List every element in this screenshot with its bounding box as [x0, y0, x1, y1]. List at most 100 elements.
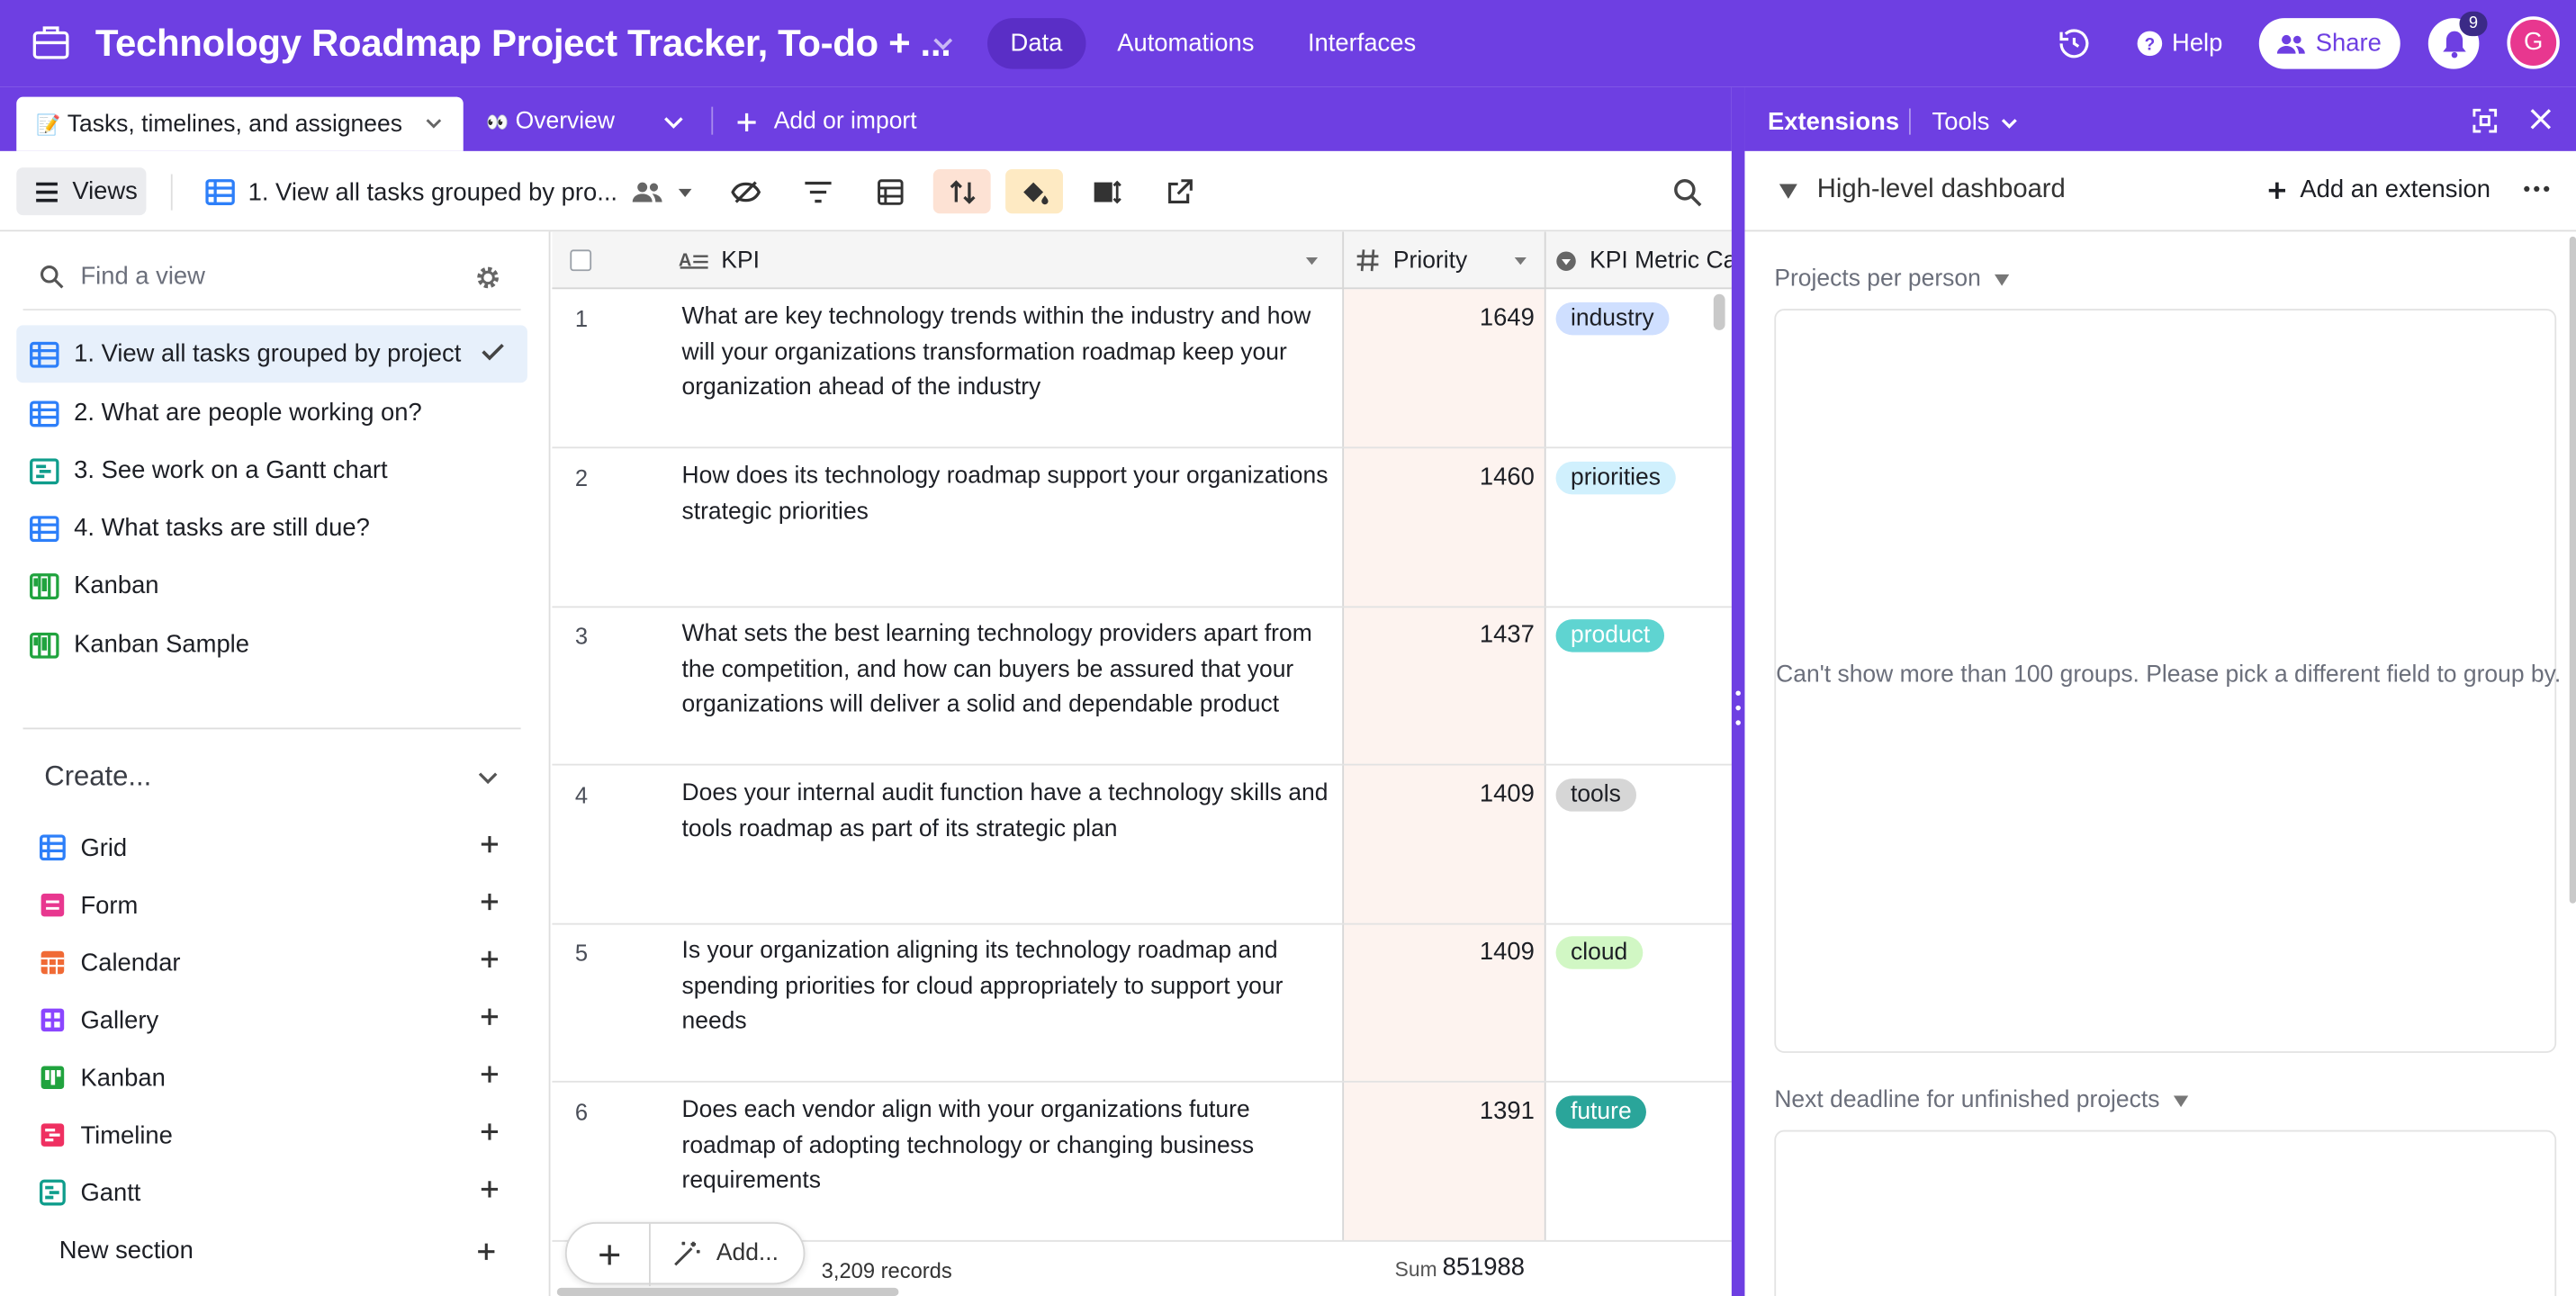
fullscreen-icon[interactable]	[2472, 108, 2498, 133]
user-avatar[interactable]: G	[2507, 16, 2560, 69]
kpi-cell[interactable]: How does its technology roadmap support …	[681, 460, 1338, 530]
kpi-cell[interactable]: Is your organization aligning its techno…	[681, 934, 1338, 1040]
dashboard-name[interactable]: High-level dashboard	[1817, 176, 2066, 205]
plus-icon[interactable]	[480, 892, 500, 912]
kpi-metric-tag[interactable]: cloud	[1555, 936, 1643, 969]
chevron-down-icon[interactable]	[476, 765, 500, 788]
close-icon[interactable]	[2530, 108, 2552, 130]
caret-down-icon[interactable]	[1513, 253, 1527, 267]
chevron-down-icon[interactable]	[930, 30, 956, 56]
priority-cell[interactable]: 1437	[1344, 621, 1535, 649]
create-grid[interactable]: Grid	[39, 828, 516, 868]
priority-cell[interactable]: 1391	[1344, 1097, 1535, 1125]
vertical-scrollbar[interactable]	[1713, 293, 1725, 330]
extensions-scrollbar[interactable]	[2569, 236, 2576, 904]
kpi-metric-tag[interactable]: future	[1555, 1095, 1647, 1129]
kpi-cell[interactable]: What sets the best learning technology p…	[681, 617, 1338, 724]
group-button[interactable]	[860, 169, 918, 213]
kpi-metric-tag[interactable]: product	[1555, 619, 1665, 652]
share-view-button[interactable]	[1150, 169, 1208, 213]
find-view-input[interactable]: Find a view	[80, 263, 204, 291]
kpi-cell[interactable]: Does each vendor align with your organiz…	[681, 1094, 1338, 1201]
priority-cell[interactable]: 1649	[1344, 304, 1535, 332]
add-with-ai-button[interactable]: Add...	[672, 1240, 779, 1266]
create-gallery[interactable]: Gallery	[40, 1000, 516, 1040]
tab-overview[interactable]: 👀 Overview	[486, 108, 615, 134]
tools-menu[interactable]: Tools	[1932, 108, 2020, 136]
gear-icon[interactable]	[475, 265, 501, 291]
sidebar-view-3[interactable]: 3. See work on a Gantt chart	[16, 442, 527, 500]
plus-icon[interactable]	[598, 1244, 621, 1267]
drag-handle-icon[interactable]	[1735, 688, 1742, 728]
create-timeline[interactable]: Timeline	[40, 1115, 516, 1155]
chevron-down-icon[interactable]	[662, 110, 686, 133]
sidebar-view-kanban[interactable]: Kanban	[16, 557, 527, 615]
kpi-metric-tag[interactable]: industry	[1555, 302, 1670, 336]
column-header-priority[interactable]: Priority	[1356, 231, 1536, 289]
help-button[interactable]: ? Help	[2136, 26, 2222, 60]
chevron-down-icon[interactable]	[424, 113, 444, 133]
plus-icon[interactable]	[480, 1065, 500, 1084]
color-button[interactable]	[1005, 168, 1063, 214]
collapse-triangle-icon[interactable]	[1779, 184, 1797, 199]
kpi-metric-tag[interactable]: tools	[1555, 778, 1636, 812]
create-kanban[interactable]: Kanban	[40, 1058, 516, 1097]
widget-title-projects-per-person[interactable]: Projects per person	[1774, 266, 2009, 292]
more-options-icon[interactable]	[2524, 185, 2550, 192]
add-extension-button[interactable]: Add an extension	[2267, 176, 2490, 203]
sidebar-view-2[interactable]: 2. What are people working on?	[16, 384, 527, 442]
widget-next-deadline[interactable]	[1774, 1130, 2557, 1296]
priority-cell[interactable]: 1460	[1344, 464, 1535, 491]
filter-button[interactable]	[788, 169, 846, 213]
kpi-cell[interactable]: What are key technology trends within th…	[681, 301, 1338, 407]
plus-icon[interactable]	[480, 834, 500, 854]
priority-cell[interactable]: 1409	[1344, 938, 1535, 966]
create-gantt[interactable]: Gantt	[39, 1173, 516, 1212]
plus-icon[interactable]	[480, 1007, 500, 1027]
plus-icon[interactable]	[476, 1242, 496, 1262]
sidebar-view-1[interactable]: 1. View all tasks grouped by project	[16, 325, 527, 383]
new-section-button[interactable]: New section	[59, 1237, 194, 1264]
widget-title-next-deadline[interactable]: Next deadline for unfinished projects	[1774, 1087, 2188, 1113]
sidebar-view-kanban-sample[interactable]: Kanban Sample	[16, 616, 527, 673]
plus-icon[interactable]	[480, 1122, 500, 1142]
sidebar-view-4[interactable]: 4. What tasks are still due?	[16, 500, 527, 557]
horizontal-scrollbar[interactable]	[556, 1287, 899, 1296]
base-title[interactable]: Technology Roadmap Project Tracker, To-d…	[95, 22, 951, 66]
column-header-kpi[interactable]: A KPI	[679, 231, 1336, 289]
share-button[interactable]: Share	[2258, 18, 2400, 69]
nav-data[interactable]: Data	[987, 18, 1085, 69]
table-row[interactable]: 2 How does its technology roadmap suppor…	[552, 448, 1732, 608]
chart-widget-projects-per-person[interactable]: Can't show more than 100 groups. Please …	[1774, 309, 2561, 1053]
create-calendar[interactable]: Calendar	[40, 943, 516, 983]
history-icon[interactable]	[2057, 26, 2091, 60]
current-view-selector[interactable]: 1. View all tasks grouped by pro...	[205, 174, 693, 210]
select-all-checkbox[interactable]	[570, 249, 592, 272]
table-row[interactable]: 4 Does your internal audit function have…	[552, 765, 1732, 925]
find-view-field[interactable]: Find a view	[23, 245, 521, 310]
row-height-button[interactable]	[1077, 169, 1135, 213]
kpi-metric-tag[interactable]: priorities	[1555, 461, 1676, 495]
table-row[interactable]: 3 What sets the best learning technology…	[552, 606, 1732, 766]
caret-down-icon[interactable]	[1304, 253, 1319, 267]
nav-automations[interactable]: Automations	[1094, 18, 1277, 69]
views-button[interactable]: Views	[16, 167, 147, 216]
hide-fields-button[interactable]	[716, 169, 774, 213]
tab-tasks-timelines-assignees[interactable]: 📝 Tasks, timelines, and assignees	[16, 96, 464, 151]
create-form[interactable]: Form	[40, 886, 516, 925]
table-row[interactable]: 1 What are key technology trends within …	[552, 289, 1732, 449]
plus-icon[interactable]	[480, 950, 500, 969]
table-row[interactable]: 5 Is your organization aligning its tech…	[552, 923, 1732, 1083]
sort-button[interactable]	[932, 168, 991, 214]
kpi-cell[interactable]: Does your internal audit function have a…	[681, 777, 1338, 847]
create-section-title[interactable]: Create...	[44, 760, 151, 794]
briefcase-icon[interactable]	[32, 23, 71, 63]
plus-icon[interactable]	[480, 1179, 500, 1199]
table-row[interactable]: 6 Does each vendor align with your organ…	[552, 1083, 1732, 1242]
search-icon[interactable]	[1672, 177, 1702, 207]
add-or-import-button[interactable]: Add or import	[736, 108, 917, 135]
priority-cell[interactable]: 1409	[1344, 780, 1535, 808]
panel-resize-handle[interactable]	[1731, 86, 1745, 1296]
nav-interfaces[interactable]: Interfaces	[1284, 18, 1438, 69]
column-header-kpi-metric[interactable]: KPI Metric Ca	[1556, 231, 1732, 289]
